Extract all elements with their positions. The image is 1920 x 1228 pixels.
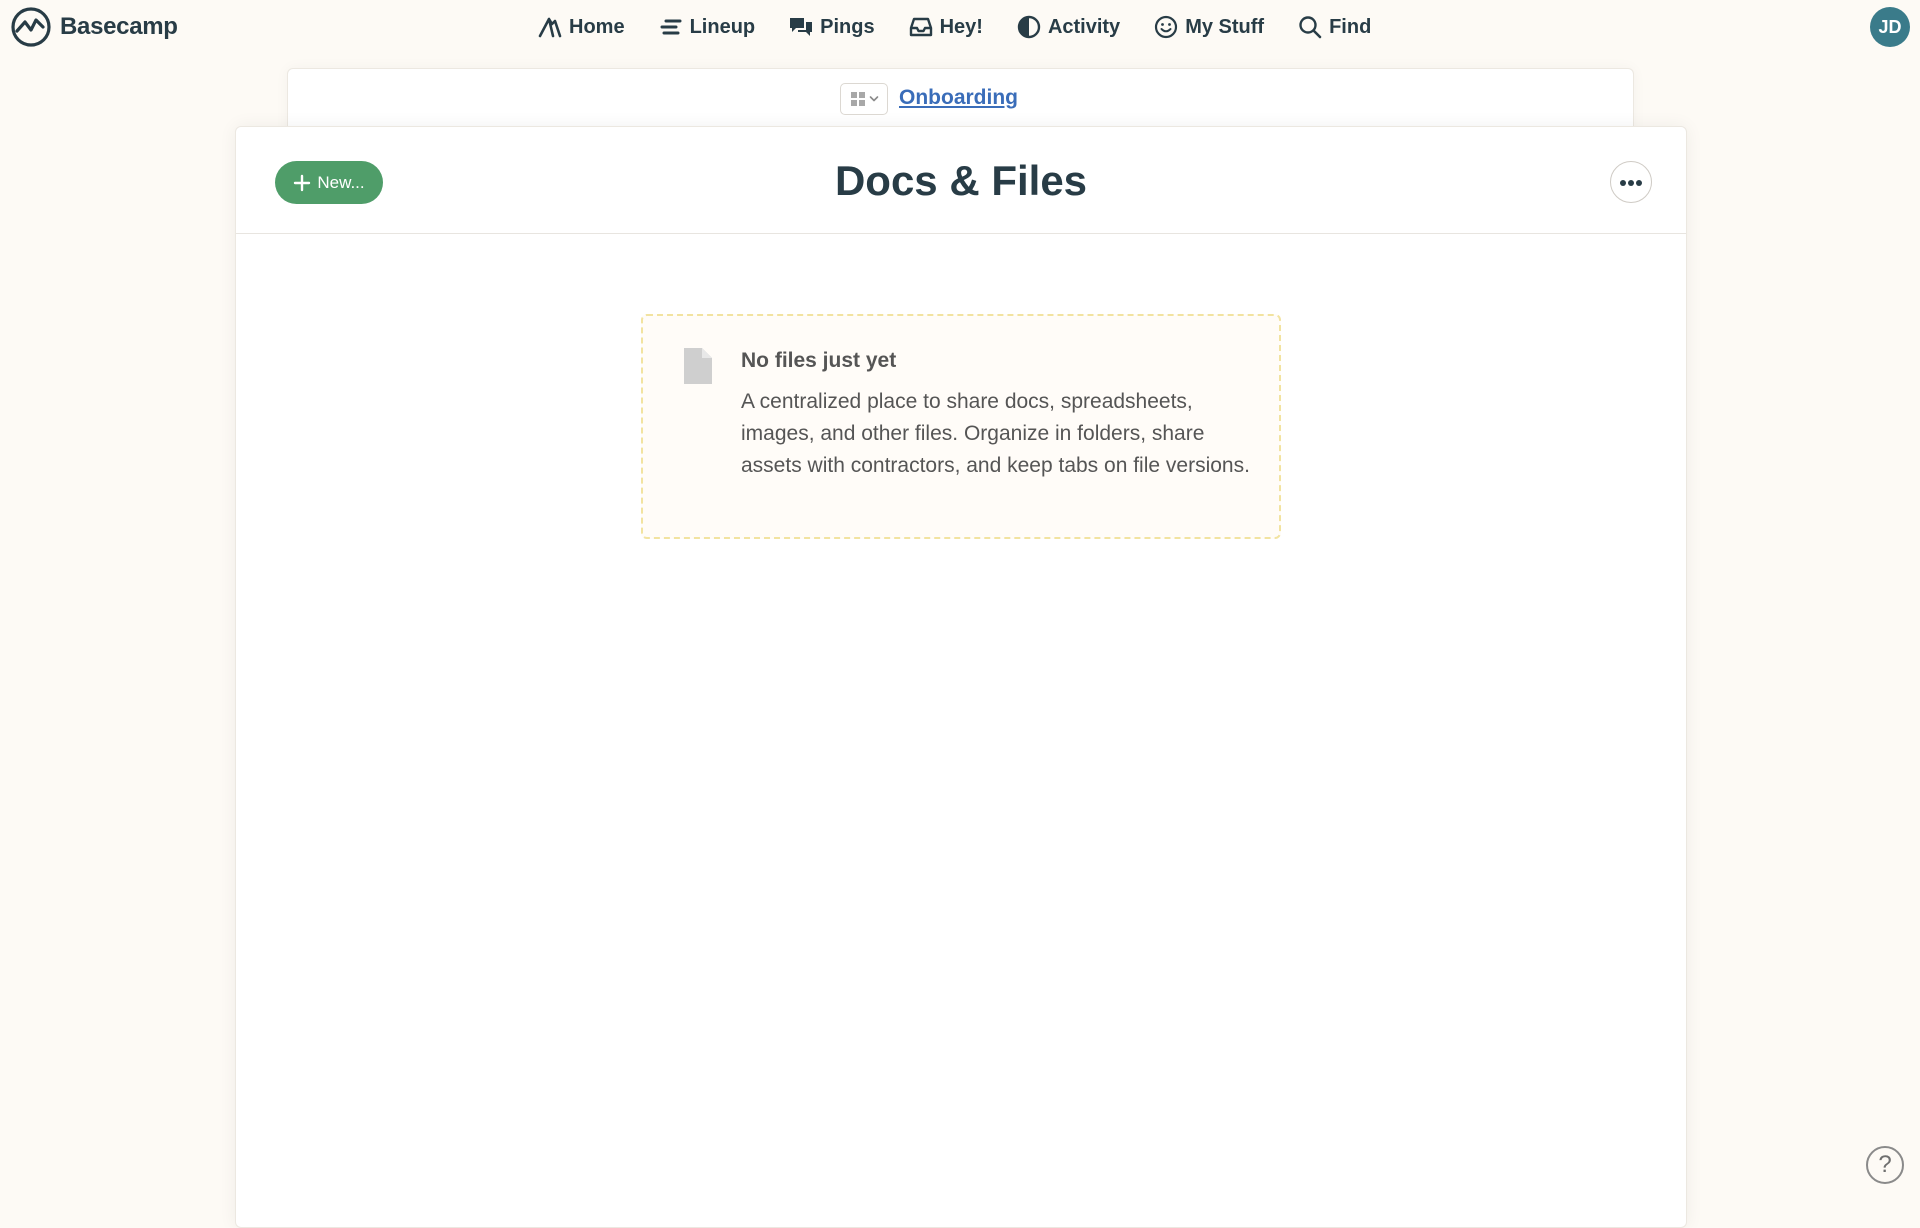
more-options-button[interactable] (1610, 161, 1652, 203)
user-avatar[interactable]: JD (1870, 7, 1910, 47)
project-switcher-button[interactable] (840, 83, 888, 115)
more-horizontal-icon (1619, 175, 1643, 190)
nav-activity-label: Activity (1047, 15, 1121, 38)
empty-state-title: No files just yet (741, 349, 897, 372)
inbox-icon (908, 14, 934, 40)
chevron-down-icon (869, 94, 879, 104)
nav-home[interactable]: Home (537, 14, 625, 40)
nav-activity[interactable]: Activity (1016, 14, 1120, 40)
nav-hey[interactable]: Hey! (908, 14, 983, 40)
nav-lineup-label: Lineup (689, 15, 756, 38)
nav-find-label: Find (1329, 15, 1372, 38)
page-title: Docs & Files (834, 157, 1088, 204)
grid-icon (850, 91, 866, 107)
nav-pings[interactable]: Pings (788, 14, 875, 40)
lineup-icon (658, 14, 684, 40)
nav-my-stuff-label: My Stuff (1185, 15, 1265, 38)
basecamp-logo-icon (10, 6, 52, 48)
home-icon (537, 14, 563, 40)
nav-pings-label: Pings (820, 15, 875, 38)
document-icon (683, 347, 713, 385)
activity-icon (1016, 14, 1042, 40)
nav-hey-label: Hey! (939, 15, 983, 38)
project-breadcrumb-link[interactable]: Onboarding (899, 83, 1018, 113)
empty-state: No files just yet A centralized place to… (641, 314, 1281, 539)
nav-find[interactable]: Find (1297, 14, 1371, 40)
smiley-icon (1153, 14, 1179, 40)
nav-home-label: Home (569, 15, 625, 38)
top-navigation: Basecamp Home Lineup Pings Hey! Activity… (0, 0, 1920, 54)
nav-my-stuff[interactable]: My Stuff (1153, 14, 1264, 40)
brand-name: Basecamp (60, 13, 178, 40)
docs-files-card: New... Docs & Files No files just yet A … (235, 126, 1687, 1228)
basecamp-home-link[interactable]: Basecamp (10, 6, 178, 48)
pings-icon (788, 14, 814, 40)
card-header: New... Docs & Files (236, 127, 1686, 234)
help-button[interactable]: ? (1866, 1146, 1904, 1184)
main-nav: Home Lineup Pings Hey! Activity My Stuff… (537, 8, 1371, 46)
nav-lineup[interactable]: Lineup (658, 14, 756, 40)
search-icon (1297, 14, 1323, 40)
empty-state-description: A centralized place to share docs, sprea… (741, 390, 1250, 477)
